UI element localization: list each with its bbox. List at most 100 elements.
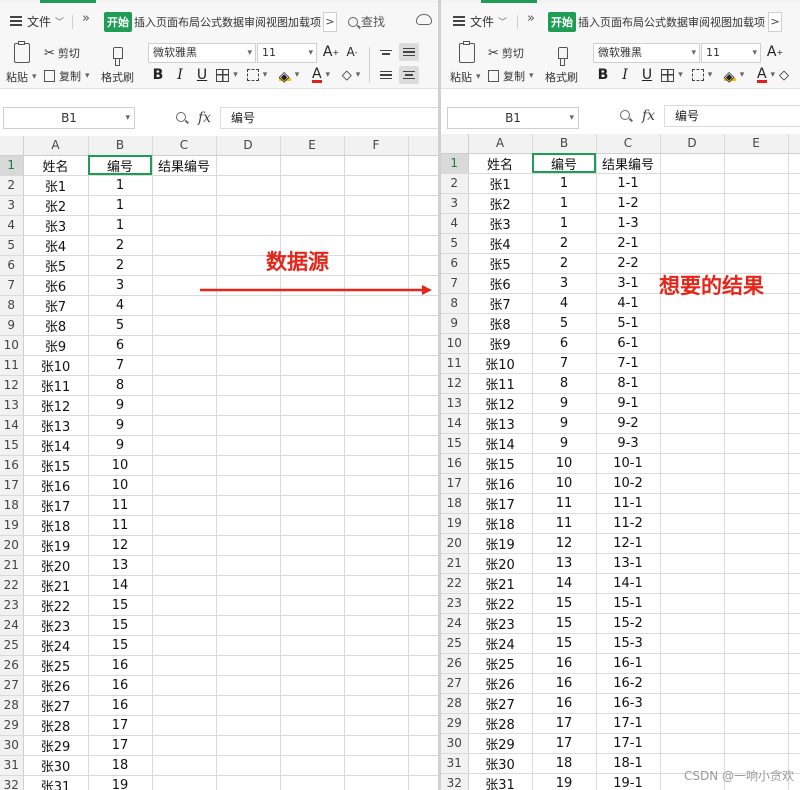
zoom-search-icon[interactable] [176,112,189,122]
cloud-icon[interactable] [416,14,432,25]
cell[interactable]: 10-1 [596,453,661,474]
cell[interactable] [344,755,409,776]
cell[interactable] [280,735,345,756]
cell[interactable]: 10 [532,473,597,494]
cell[interactable] [660,673,725,694]
cell[interactable]: 6 [532,333,597,354]
cell[interactable] [408,615,438,636]
cell[interactable] [344,295,409,316]
cell[interactable] [660,433,725,454]
cell[interactable] [724,493,789,514]
cell[interactable]: 张30 [468,753,533,774]
cell[interactable] [788,293,800,314]
cell[interactable] [660,713,725,734]
cell[interactable] [216,675,281,696]
row-header[interactable]: 27 [0,675,24,696]
cell[interactable] [408,695,438,716]
cell[interactable]: 3 [88,275,153,296]
cell[interactable] [280,655,345,676]
cell[interactable] [788,593,800,614]
cell[interactable] [788,253,800,274]
cell[interactable] [344,595,409,616]
row-header[interactable]: 15 [441,433,469,454]
row-header[interactable]: 15 [0,435,24,456]
cell[interactable]: 张30 [23,755,89,776]
cell[interactable] [280,555,345,576]
row-header[interactable]: 21 [0,555,24,576]
row-header[interactable]: 5 [0,235,24,256]
cell[interactable] [280,455,345,476]
cell[interactable] [408,735,438,756]
cell[interactable] [788,613,800,634]
row-header[interactable]: 8 [0,295,24,316]
cell[interactable]: 1 [532,173,597,194]
cell[interactable] [788,433,800,454]
tabs-more-button[interactable]: > [323,12,337,32]
cell[interactable]: 张11 [23,375,89,396]
file-menu-button[interactable]: 文件 ﹀ [10,10,64,32]
row-header[interactable]: 18 [0,495,24,516]
row-header[interactable]: 20 [441,533,469,554]
cell[interactable] [344,255,409,276]
cell[interactable] [788,273,800,294]
border-icon[interactable]: ▾ [216,66,238,84]
cell[interactable] [216,755,281,776]
cell[interactable]: 4-1 [596,293,661,314]
cell[interactable] [152,235,217,256]
cell[interactable]: 16 [88,695,153,716]
row-header[interactable]: 12 [0,375,24,396]
cell[interactable]: 张29 [468,733,533,754]
cell[interactable] [660,313,725,334]
cell[interactable]: 17 [88,735,153,756]
row-header[interactable]: 30 [0,735,24,756]
cell[interactable] [280,775,345,790]
cell[interactable] [724,153,789,174]
cell[interactable] [216,175,281,196]
fill-format-icon[interactable]: ▾ [691,66,713,84]
tab-list-rest[interactable]: 插入页面布局公式数据审阅视图加载项安全 [578,14,766,30]
cell[interactable]: 4 [532,293,597,314]
row-header[interactable]: 25 [441,633,469,654]
cell[interactable]: 2 [532,233,597,254]
cell[interactable] [660,653,725,674]
cell[interactable]: 张2 [468,193,533,214]
cell[interactable] [280,435,345,456]
cell[interactable] [152,295,217,316]
font-size-select[interactable]: 11 ▾ [701,43,761,63]
file-menu-button[interactable]: 文件 ﹀ [453,10,507,32]
cell[interactable]: 13 [532,553,597,574]
cell[interactable] [216,595,281,616]
cell[interactable] [216,535,281,556]
cell[interactable] [788,633,800,654]
cell[interactable] [216,775,281,790]
cell[interactable]: 张28 [468,713,533,734]
cell[interactable] [152,675,217,696]
cell[interactable] [788,533,800,554]
cell[interactable] [280,335,345,356]
cell[interactable] [408,595,438,616]
cell[interactable]: 14 [532,573,597,594]
cell[interactable]: 11 [88,495,153,516]
cell[interactable] [280,715,345,736]
cell[interactable]: 2 [88,255,153,276]
cell[interactable]: 10 [88,455,153,476]
cell[interactable] [344,495,409,516]
cell[interactable] [660,453,725,474]
cell[interactable] [280,175,345,196]
cell[interactable]: 张20 [23,555,89,576]
row-header[interactable]: 6 [0,255,24,276]
format-painter-label-button[interactable]: 格式刷 [101,69,134,85]
cell[interactable]: 11 [88,515,153,536]
fill-format-icon[interactable]: ▾ [246,66,268,84]
cell[interactable]: 14-1 [596,573,661,594]
cell[interactable] [408,675,438,696]
row-header[interactable]: 29 [0,715,24,736]
cell[interactable]: 17 [532,713,597,734]
cell[interactable]: 张1 [468,173,533,194]
select-all-corner[interactable] [0,136,24,156]
cell[interactable] [280,595,345,616]
cell[interactable] [660,733,725,754]
cell[interactable] [280,635,345,656]
cell[interactable] [344,695,409,716]
format-painter-label-button[interactable]: 格式刷 [545,69,578,85]
